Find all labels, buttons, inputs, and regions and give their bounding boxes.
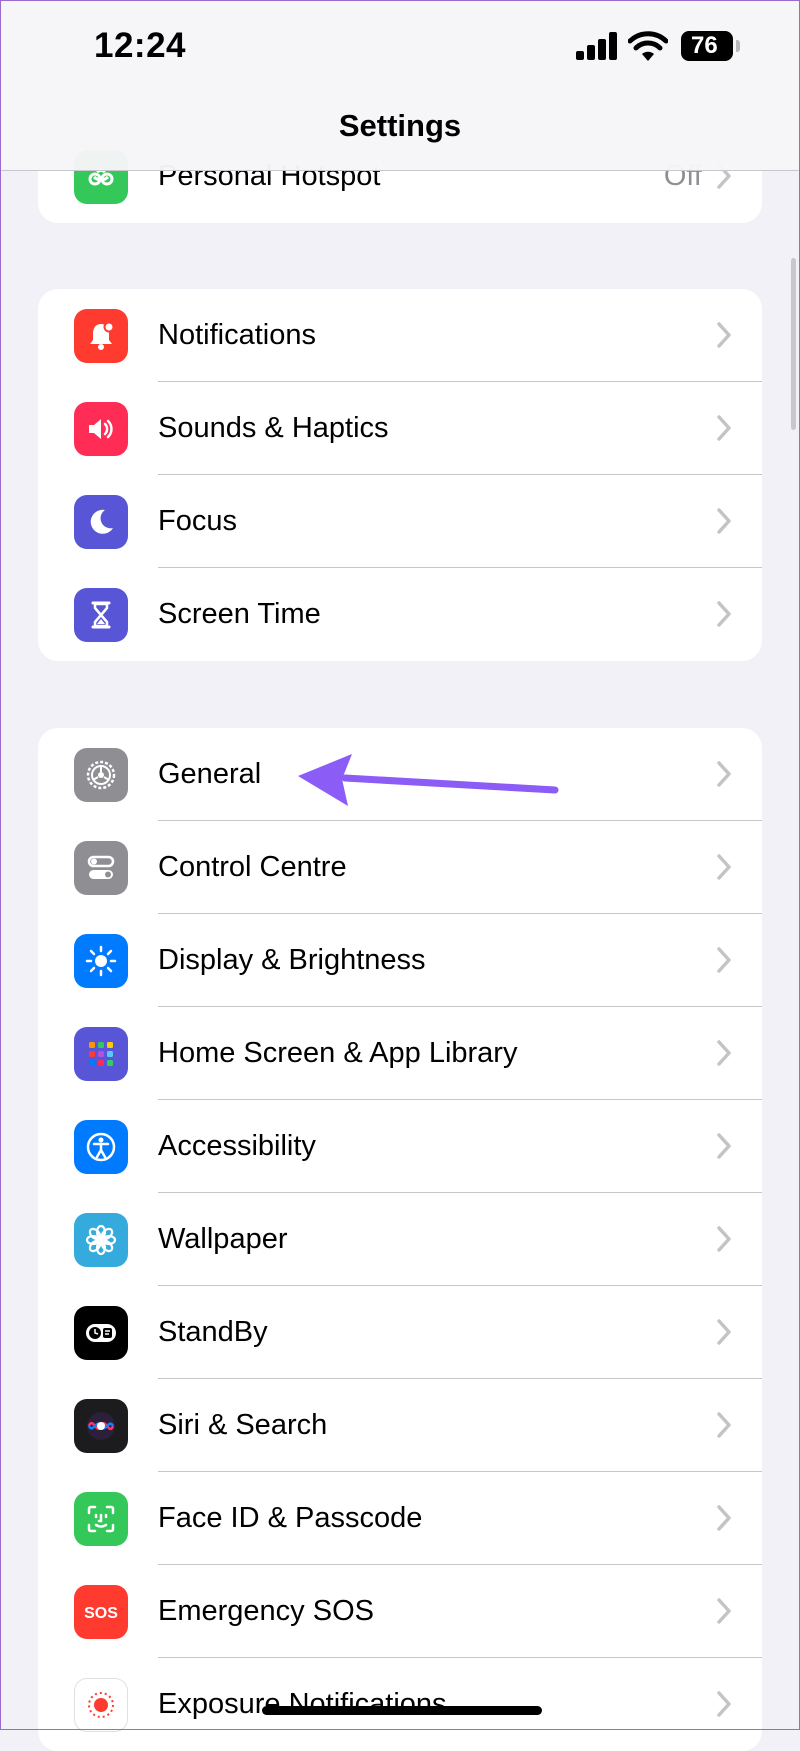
settings-row-siri-search[interactable]: Siri & Search [38, 1379, 762, 1472]
settings-row-screen-time[interactable]: Screen Time [38, 568, 762, 661]
settings-row-label: Screen Time [158, 598, 321, 630]
chevron-right-icon [717, 415, 731, 441]
chevron-right-icon [717, 508, 731, 534]
battery-level: 76 [681, 31, 733, 61]
settings-row-label: Notifications [158, 319, 316, 351]
chevron-right-icon [717, 1226, 731, 1252]
settings-row-label: General [158, 758, 262, 790]
settings-row-face-id[interactable]: Face ID & Passcode [38, 1472, 762, 1565]
settings-row-home-screen[interactable]: Home Screen & App Library [38, 1007, 762, 1100]
sun-icon [74, 934, 128, 988]
settings-row-label: StandBy [158, 1316, 268, 1348]
settings-row-exposure-notifications[interactable]: Exposure Notifications [38, 1658, 762, 1751]
settings-row-emergency-sos[interactable]: SOS Emergency SOS [38, 1565, 762, 1658]
moon-icon [74, 495, 128, 549]
chevron-right-icon [717, 1319, 731, 1345]
cellular-signal-icon [576, 32, 618, 60]
settings-row-wallpaper[interactable]: Wallpaper [38, 1193, 762, 1286]
scroll-indicator[interactable] [791, 258, 796, 430]
status-time: 12:24 [94, 26, 187, 65]
svg-text:SOS: SOS [84, 1605, 118, 1622]
settings-row-label: Siri & Search [158, 1409, 328, 1441]
chevron-right-icon [717, 1133, 731, 1159]
chevron-right-icon [717, 601, 731, 627]
home-indicator[interactable] [262, 1706, 542, 1715]
settings-row-label: Face ID & Passcode [158, 1502, 423, 1534]
chevron-right-icon [717, 1412, 731, 1438]
settings-row-sounds-haptics[interactable]: Sounds & Haptics [38, 382, 762, 475]
status-and-nav-bar: 12:24 76 Settings [0, 0, 800, 171]
settings-group-notifications: Notifications Sounds & Haptics Focus Scr… [38, 289, 762, 661]
sos-icon: SOS [74, 1585, 128, 1639]
face-id-icon [74, 1492, 128, 1546]
speaker-icon [74, 402, 128, 456]
chevron-right-icon [717, 1691, 731, 1717]
app-grid-icon [74, 1027, 128, 1081]
bell-icon [74, 309, 128, 363]
battery-icon: 76 [681, 31, 740, 61]
chevron-right-icon [717, 322, 731, 348]
exposure-icon [74, 1678, 128, 1732]
settings-row-accessibility[interactable]: Accessibility [38, 1100, 762, 1193]
settings-row-standby[interactable]: StandBy [38, 1286, 762, 1379]
settings-row-label: Home Screen & App Library [158, 1037, 518, 1069]
settings-group-general: General Control Centre Display & Brightn… [38, 728, 762, 1751]
settings-row-control-centre[interactable]: Control Centre [38, 821, 762, 914]
settings-row-label: Focus [158, 505, 237, 537]
settings-row-label: Wallpaper [158, 1223, 288, 1255]
settings-row-notifications[interactable]: Notifications [38, 289, 762, 382]
chevron-right-icon [717, 1040, 731, 1066]
chevron-right-icon [717, 1505, 731, 1531]
hourglass-icon [74, 588, 128, 642]
settings-row-label: Accessibility [158, 1130, 316, 1162]
gear-icon [74, 748, 128, 802]
settings-row-focus[interactable]: Focus [38, 475, 762, 568]
chevron-right-icon [717, 854, 731, 880]
toggles-icon [74, 841, 128, 895]
chevron-right-icon [717, 947, 731, 973]
page-title: Settings [338, 108, 462, 143]
settings-row-label: Emergency SOS [158, 1595, 374, 1627]
settings-row-label: Sounds & Haptics [158, 412, 389, 444]
wifi-icon [628, 31, 668, 61]
annotation-arrow-icon [298, 754, 559, 806]
settings-row-display-brightness[interactable]: Display & Brightness [38, 914, 762, 1007]
standby-icon [74, 1306, 128, 1360]
settings-row-label: Display & Brightness [158, 944, 426, 976]
accessibility-icon [74, 1120, 128, 1174]
settings-row-label: Control Centre [158, 851, 347, 883]
chevron-right-icon [717, 1598, 731, 1624]
siri-icon [74, 1399, 128, 1453]
flower-icon [74, 1213, 128, 1267]
chevron-right-icon [717, 761, 731, 787]
settings-row-label: Exposure Notifications [158, 1688, 447, 1720]
